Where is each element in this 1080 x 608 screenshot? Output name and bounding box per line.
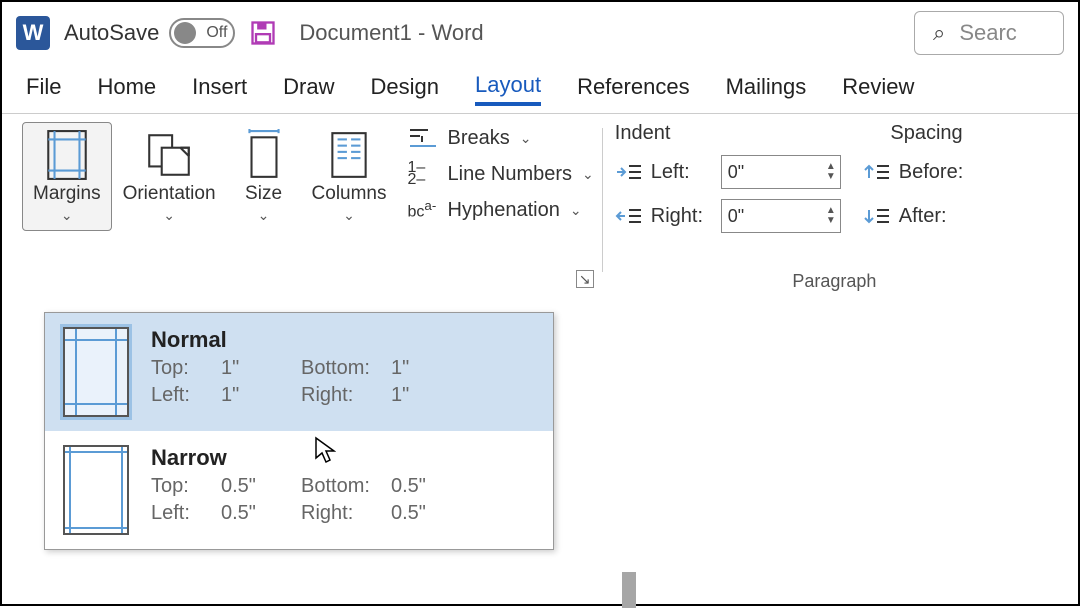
tab-mailings[interactable]: Mailings [726,74,807,104]
ribbon: Margins ⌄ Orientation ⌄ Size ⌄ Columns ⌄… [2,114,1078,294]
margin-preset-narrow[interactable]: NarrowTop:0.5"Bottom:0.5"Left:0.5"Right:… [45,431,553,549]
columns-label: Columns [312,183,387,205]
size-button[interactable]: Size ⌄ [227,122,301,231]
left-label: Left: [151,384,221,407]
right-value: 0.5" [391,502,451,525]
columns-button[interactable]: Columns ⌄ [301,122,398,231]
tab-layout[interactable]: Layout [475,72,541,106]
tab-design[interactable]: Design [371,74,439,104]
margin-preset-text: NormalTop:1"Bottom:1"Left:1"Right:1" [151,327,535,417]
bottom-value: 1" [391,357,451,380]
document-page-edge [622,572,636,608]
spacing-after-label: After: [899,205,947,228]
spinner-arrows[interactable]: ▲▼ [826,206,836,226]
orientation-icon [143,129,195,181]
columns-icon [323,129,375,181]
margins-label: Margins [33,183,101,205]
spacing-before-label: Before: [899,161,963,184]
chevron-down-icon: ⌄ [258,207,270,224]
tab-home[interactable]: Home [97,74,156,104]
spacing-after-icon [863,206,889,226]
tab-insert[interactable]: Insert [192,74,247,104]
indent-left-value: 0" [728,162,744,183]
indent-left-input[interactable]: 0" ▲▼ [721,155,841,189]
chevron-down-icon: ⌄ [582,166,594,183]
chevron-down-icon: ⌄ [520,130,532,147]
bottom-label: Bottom: [301,475,391,498]
chevron-down-icon: ⌄ [343,207,355,224]
line-numbers-label: Line Numbers [448,163,573,186]
orientation-button[interactable]: Orientation ⌄ [112,122,227,231]
auto-save-control[interactable]: AutoSave Off [64,18,235,48]
bottom-value: 0.5" [391,475,451,498]
hyphenation-button[interactable]: bca- Hyphenation ⌄ [408,198,594,222]
paragraph-group: Indent Spacing Left: 0" ▲▼ Before: Right… [603,122,1066,294]
left-label: Left: [151,502,221,525]
search-icon: ⌕ [933,20,945,46]
margin-preset-text: NarrowTop:0.5"Bottom:0.5"Left:0.5"Right:… [151,445,535,535]
top-label: Top: [151,357,221,380]
search-placeholder: Searc [959,20,1016,46]
auto-save-toggle[interactable]: Off [169,18,235,48]
paragraph-caption: Paragraph [792,271,876,292]
word-app-icon: W [16,16,50,50]
breaks-label: Breaks [448,127,510,150]
margin-preset-normal[interactable]: NormalTop:1"Bottom:1"Left:1"Right:1" [45,313,553,431]
margins-icon [41,129,93,181]
right-value: 1" [391,384,451,407]
indent-right-icon [615,206,641,226]
line-numbers-button[interactable]: 1–2– Line Numbers ⌄ [408,162,594,186]
indent-right-label: Right: [651,205,711,228]
toggle-state-text: Off [206,24,227,42]
top-value: 0.5" [221,475,301,498]
indent-right-value: 0" [728,206,744,227]
bottom-label: Bottom: [301,357,391,380]
left-value: 1" [221,384,301,407]
margins-dropdown: NormalTop:1"Bottom:1"Left:1"Right:1"Narr… [44,312,554,550]
right-label: Right: [301,502,391,525]
chevron-down-icon: ⌄ [61,207,73,224]
auto-save-label: AutoSave [64,20,159,46]
ribbon-tabs: File Home Insert Draw Design Layout References… [2,64,1078,114]
line-numbers-icon: 1–2– [408,162,438,186]
page-setup-launcher[interactable]: ↘ [576,270,594,288]
spacing-before-icon [863,162,889,182]
search-box[interactable]: ⌕ Searc [914,11,1064,55]
tab-draw[interactable]: Draw [283,74,334,104]
orientation-label: Orientation [123,183,216,205]
left-value: 0.5" [221,502,301,525]
spinner-arrows[interactable]: ▲▼ [826,162,836,182]
document-title: Document1 - Word [299,20,483,46]
title-bar: W AutoSave Off Document1 - Word ⌕ Searc [2,2,1078,64]
top-value: 1" [221,357,301,380]
preset-name: Normal [151,327,535,353]
margins-button[interactable]: Margins ⌄ [22,122,112,231]
page-setup-stack: Breaks ⌄ 1–2– Line Numbers ⌄ bca- Hyphen… [408,122,594,222]
chevron-down-icon: ⌄ [570,202,582,219]
indent-left-icon [615,162,641,182]
right-label: Right: [301,384,391,407]
tab-references[interactable]: References [577,74,690,104]
breaks-button[interactable]: Breaks ⌄ [408,126,594,150]
chevron-down-icon: ⌄ [163,207,175,224]
size-icon [238,129,290,181]
indent-right-input[interactable]: 0" ▲▼ [721,199,841,233]
breaks-icon [408,126,438,150]
hyphenation-label: Hyphenation [448,199,560,222]
preset-name: Narrow [151,445,535,471]
hyphenation-icon: bca- [408,198,438,222]
margin-preset-icon [63,327,129,417]
size-label: Size [245,183,282,205]
spacing-heading: Spacing [890,122,962,145]
save-icon[interactable] [249,19,277,47]
tab-review[interactable]: Review [842,74,914,104]
margin-preset-icon [63,445,129,535]
indent-heading: Indent [615,122,671,145]
indent-left-label: Left: [651,161,711,184]
page-setup-group: Margins ⌄ Orientation ⌄ Size ⌄ Columns ⌄… [14,122,602,294]
tab-file[interactable]: File [26,74,61,104]
top-label: Top: [151,475,221,498]
